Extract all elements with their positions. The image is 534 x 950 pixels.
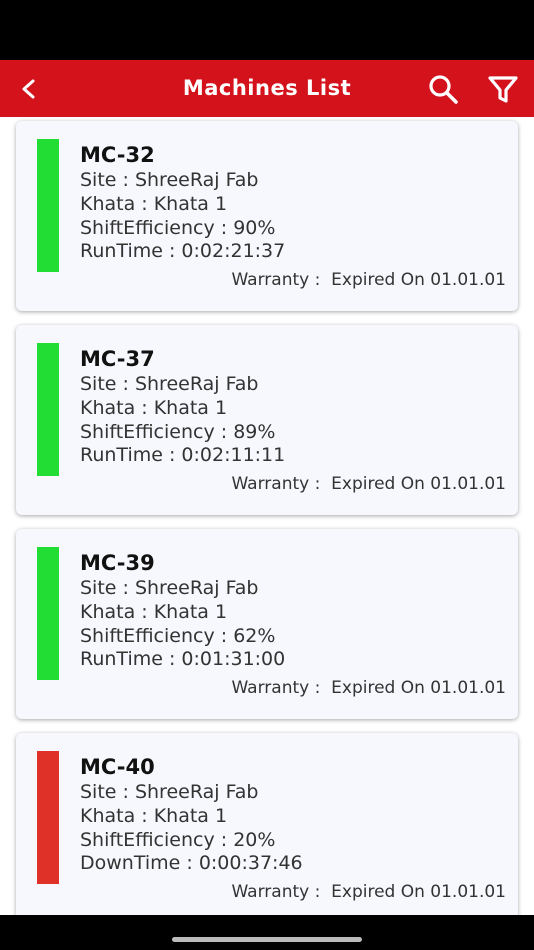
machine-efficiency: ShiftEfficiency : 62% xyxy=(80,625,276,647)
machine-card[interactable]: MC-32 Site : ShreeRaj Fab Khata : Khata … xyxy=(16,121,518,311)
machine-efficiency: ShiftEfficiency : 20% xyxy=(80,829,276,851)
machine-card[interactable]: MC-37 Site : ShreeRaj Fab Khata : Khata … xyxy=(16,325,518,515)
machine-time: DownTime : 0:00:37:46 xyxy=(80,852,303,874)
machine-site: Site : ShreeRaj Fab xyxy=(80,577,259,599)
warranty-value: Expired On 01.01.01 xyxy=(331,882,506,902)
machine-khata: Khata : Khata 1 xyxy=(80,601,228,623)
search-button[interactable] xyxy=(426,72,460,106)
search-icon xyxy=(429,75,458,104)
filter-button[interactable] xyxy=(486,72,520,106)
machine-khata: Khata : Khata 1 xyxy=(80,805,228,827)
warranty-label: Warranty : xyxy=(231,678,321,698)
machine-efficiency: ShiftEfficiency : 89% xyxy=(80,421,276,443)
status-indicator xyxy=(37,751,59,884)
home-indicator[interactable] xyxy=(172,937,362,942)
machine-khata: Khata : Khata 1 xyxy=(80,397,228,419)
machine-time: RunTime : 0:01:31:00 xyxy=(80,648,286,670)
machine-khata: Khata : Khata 1 xyxy=(80,193,228,215)
warranty-info: Warranty : Expired On 01.01.01 xyxy=(231,678,506,698)
machine-card[interactable]: MC-40 Site : ShreeRaj Fab Khata : Khata … xyxy=(16,733,518,915)
machines-list[interactable]: MC-32 Site : ShreeRaj Fab Khata : Khata … xyxy=(0,117,534,915)
warranty-value: Expired On 01.01.01 xyxy=(331,270,506,290)
machine-name: MC-39 xyxy=(80,551,155,575)
warranty-info: Warranty : Expired On 01.01.01 xyxy=(231,882,506,902)
filter-icon xyxy=(488,76,518,103)
machine-name: MC-37 xyxy=(80,347,155,371)
machine-site: Site : ShreeRaj Fab xyxy=(80,373,259,395)
warranty-value: Expired On 01.01.01 xyxy=(331,474,506,494)
app-bar: Machines List xyxy=(0,60,534,117)
warranty-info: Warranty : Expired On 01.01.01 xyxy=(231,474,506,494)
warranty-label: Warranty : xyxy=(231,882,321,902)
status-indicator xyxy=(37,343,59,476)
status-indicator xyxy=(37,139,59,272)
machine-site: Site : ShreeRaj Fab xyxy=(80,781,259,803)
machine-site: Site : ShreeRaj Fab xyxy=(80,169,259,191)
status-indicator xyxy=(37,547,59,680)
warranty-info: Warranty : Expired On 01.01.01 xyxy=(231,270,506,290)
machine-name: MC-40 xyxy=(80,755,155,779)
warranty-label: Warranty : xyxy=(231,474,321,494)
machine-card[interactable]: MC-39 Site : ShreeRaj Fab Khata : Khata … xyxy=(16,529,518,719)
warranty-value: Expired On 01.01.01 xyxy=(331,678,506,698)
machine-time: RunTime : 0:02:21:37 xyxy=(80,240,286,262)
machine-name: MC-32 xyxy=(80,143,155,167)
machine-efficiency: ShiftEfficiency : 90% xyxy=(80,217,276,239)
status-bar xyxy=(0,0,534,60)
navigation-area xyxy=(0,915,534,950)
machine-time: RunTime : 0:02:11:11 xyxy=(80,444,286,466)
warranty-label: Warranty : xyxy=(231,270,321,290)
